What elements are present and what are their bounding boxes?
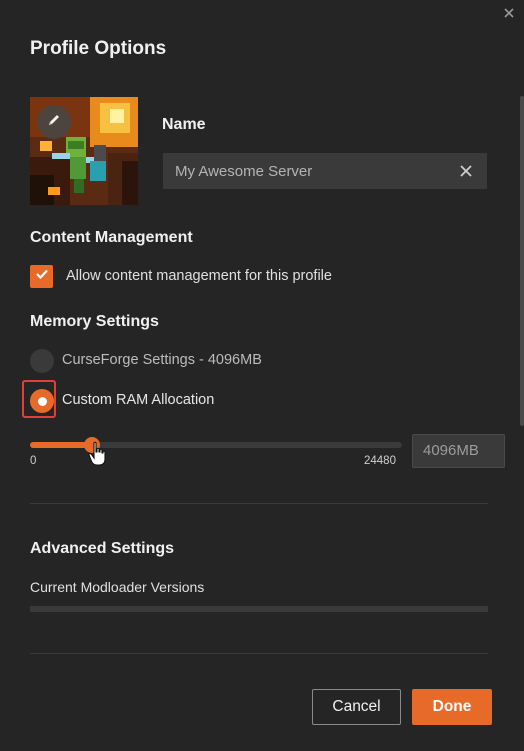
check-icon xyxy=(34,266,50,287)
radio-selected-dot xyxy=(37,396,47,406)
name-input[interactable] xyxy=(163,153,453,189)
modloader-versions-bar xyxy=(30,606,488,612)
allow-content-management-label: Allow content management for this profil… xyxy=(66,268,332,284)
modloader-versions-label: Current Modloader Versions xyxy=(30,579,205,595)
dialog-title: Profile Options xyxy=(30,38,167,59)
custom-ram-radio[interactable] xyxy=(30,389,54,413)
divider xyxy=(30,653,488,654)
name-label: Name xyxy=(162,116,206,133)
name-field[interactable] xyxy=(163,153,487,189)
ram-slider-thumb[interactable] xyxy=(84,437,101,453)
ram-slider-track[interactable] xyxy=(30,437,402,453)
custom-ram-label: Custom RAM Allocation xyxy=(62,392,215,408)
ram-value-field[interactable]: 4096MB xyxy=(412,434,505,468)
pencil-icon xyxy=(45,111,63,134)
curseforge-settings-label: CurseForge Settings - 4096MB xyxy=(62,352,262,368)
curseforge-settings-radio[interactable] xyxy=(30,349,54,373)
ram-slider-min-label: 0 xyxy=(30,455,37,467)
profile-options-dialog: Profile Options Name My Awesome Server C… xyxy=(0,0,524,751)
content-management-title: Content Management xyxy=(30,229,193,246)
scrollbar[interactable] xyxy=(520,96,524,426)
clear-icon[interactable] xyxy=(459,164,473,178)
memory-settings-title: Memory Settings xyxy=(30,313,159,330)
ram-slider-fill xyxy=(30,442,93,448)
cancel-button[interactable]: Cancel xyxy=(312,689,401,725)
divider xyxy=(30,503,488,504)
ram-slider-max-label: 24480 xyxy=(364,455,396,467)
close-icon[interactable] xyxy=(502,6,516,20)
edit-avatar-button[interactable] xyxy=(37,105,71,139)
allow-content-management-checkbox[interactable] xyxy=(30,265,53,288)
done-button[interactable]: Done xyxy=(412,689,492,725)
profile-avatar[interactable] xyxy=(30,97,138,205)
advanced-settings-title: Advanced Settings xyxy=(30,540,175,557)
